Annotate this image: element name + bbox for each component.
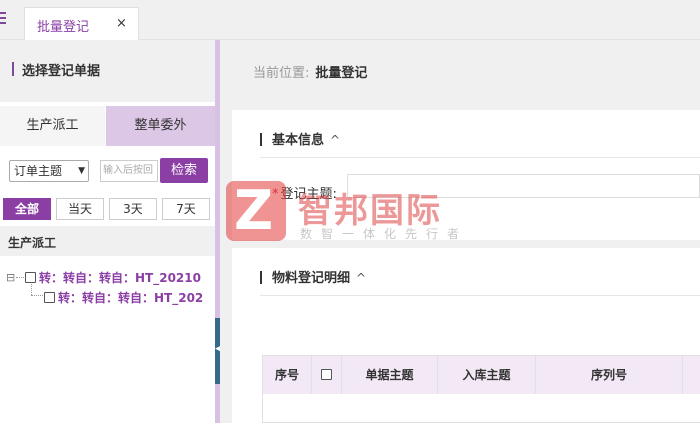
- column-header-serial-number: 序列号: [536, 356, 683, 394]
- column-header-inbound-subject: 入库主题: [438, 356, 536, 394]
- column-header-index: 序号: [263, 356, 312, 394]
- register-subject-label-text: 登记主题:: [280, 187, 337, 202]
- tab-label: 批量登记: [37, 20, 90, 35]
- register-subject-label: * 登记主题:: [272, 183, 337, 202]
- left-tabs: 生产派工 整单委外: [0, 106, 215, 146]
- menu-icon[interactable]: [0, 12, 6, 26]
- breadcrumb-prefix: 当前位置:: [253, 66, 310, 81]
- keyword-input[interactable]: 输入后按回: [100, 160, 158, 182]
- subject-select-value: 订单主题: [14, 164, 63, 178]
- header-accent-bar: [12, 62, 14, 76]
- tree-node-label: 转：转自：转自：HT_202: [58, 291, 204, 305]
- chevron-up-icon: ^: [330, 133, 341, 147]
- section-title-text: 物料登记明细: [272, 271, 351, 286]
- material-table: 序号 单据主题 入库主题 序列号: [262, 355, 700, 423]
- tree-header-title: 生产派工: [8, 236, 57, 250]
- tree-line: [16, 277, 24, 278]
- required-mark: *: [272, 187, 279, 202]
- left-panel-header: 选择登记单据: [0, 40, 215, 102]
- divider: [260, 295, 700, 296]
- left-panel: 选择登记单据 生产派工 整单委外 订单主题 ▼ 输入后按回 检索 全部 当天 3…: [0, 40, 215, 423]
- basic-info-card: 基本信息 ^ * 登记主题:: [232, 110, 700, 240]
- tree-node[interactable]: 转：转自：转自：HT_20210: [25, 269, 201, 286]
- tab-order-outsource[interactable]: 整单委外: [106, 106, 215, 146]
- select-all-checkbox[interactable]: [321, 369, 332, 380]
- subject-select[interactable]: 订单主题 ▼: [9, 160, 89, 182]
- column-header-select: [312, 356, 342, 394]
- breadcrumb: 当前位置: 批量登记: [253, 62, 367, 81]
- tree-line: [31, 295, 43, 296]
- range-3days-button[interactable]: 3天: [109, 198, 157, 220]
- tree-node[interactable]: 转：转自：转自：HT_202: [44, 289, 203, 306]
- range-7days-button[interactable]: 7天: [162, 198, 210, 220]
- section-title-text: 基本信息: [272, 133, 325, 148]
- material-detail-card: 物料登记明细 ^ 序号 单据主题 入库主题 序列号: [232, 248, 700, 423]
- tree-node-checkbox[interactable]: [44, 292, 55, 303]
- material-detail-section-title[interactable]: 物料登记明细 ^: [260, 267, 366, 286]
- column-header-document-subject: 单据主题: [342, 356, 438, 394]
- main-panel: 当前位置: 批量登记 基本信息 ^ * 登记主题: 物料登记明细 ^ 序号 单据主题 入…: [220, 40, 700, 423]
- range-all-button[interactable]: 全部: [3, 198, 51, 220]
- tree-header: 生产派工: [0, 226, 215, 256]
- divider: [260, 157, 700, 158]
- search-button[interactable]: 检索: [160, 158, 208, 183]
- chevron-up-icon: ^: [356, 271, 367, 285]
- tab-bar: 批量登记 ×: [0, 0, 700, 40]
- tree-node-label: 转：转自：转自：HT_20210: [39, 271, 201, 285]
- register-subject-input[interactable]: [347, 174, 700, 198]
- basic-info-section-title[interactable]: 基本信息 ^: [260, 129, 340, 148]
- breadcrumb-current: 批量登记: [315, 66, 368, 81]
- tree-collapse-icon[interactable]: ⊟: [6, 271, 15, 284]
- table-header: 序号 单据主题 入库主题 序列号: [263, 356, 700, 394]
- section-accent-bar: [260, 133, 262, 146]
- tab-batch-register[interactable]: 批量登记 ×: [24, 7, 139, 40]
- left-panel-title: 选择登记单据: [22, 64, 101, 79]
- chevron-down-icon: ▼: [78, 166, 85, 176]
- range-today-button[interactable]: 当天: [56, 198, 104, 220]
- close-icon[interactable]: ×: [116, 16, 127, 31]
- tab-production-dispatch[interactable]: 生产派工: [0, 106, 105, 146]
- tree-node-checkbox[interactable]: [25, 272, 36, 283]
- section-accent-bar: [260, 271, 262, 284]
